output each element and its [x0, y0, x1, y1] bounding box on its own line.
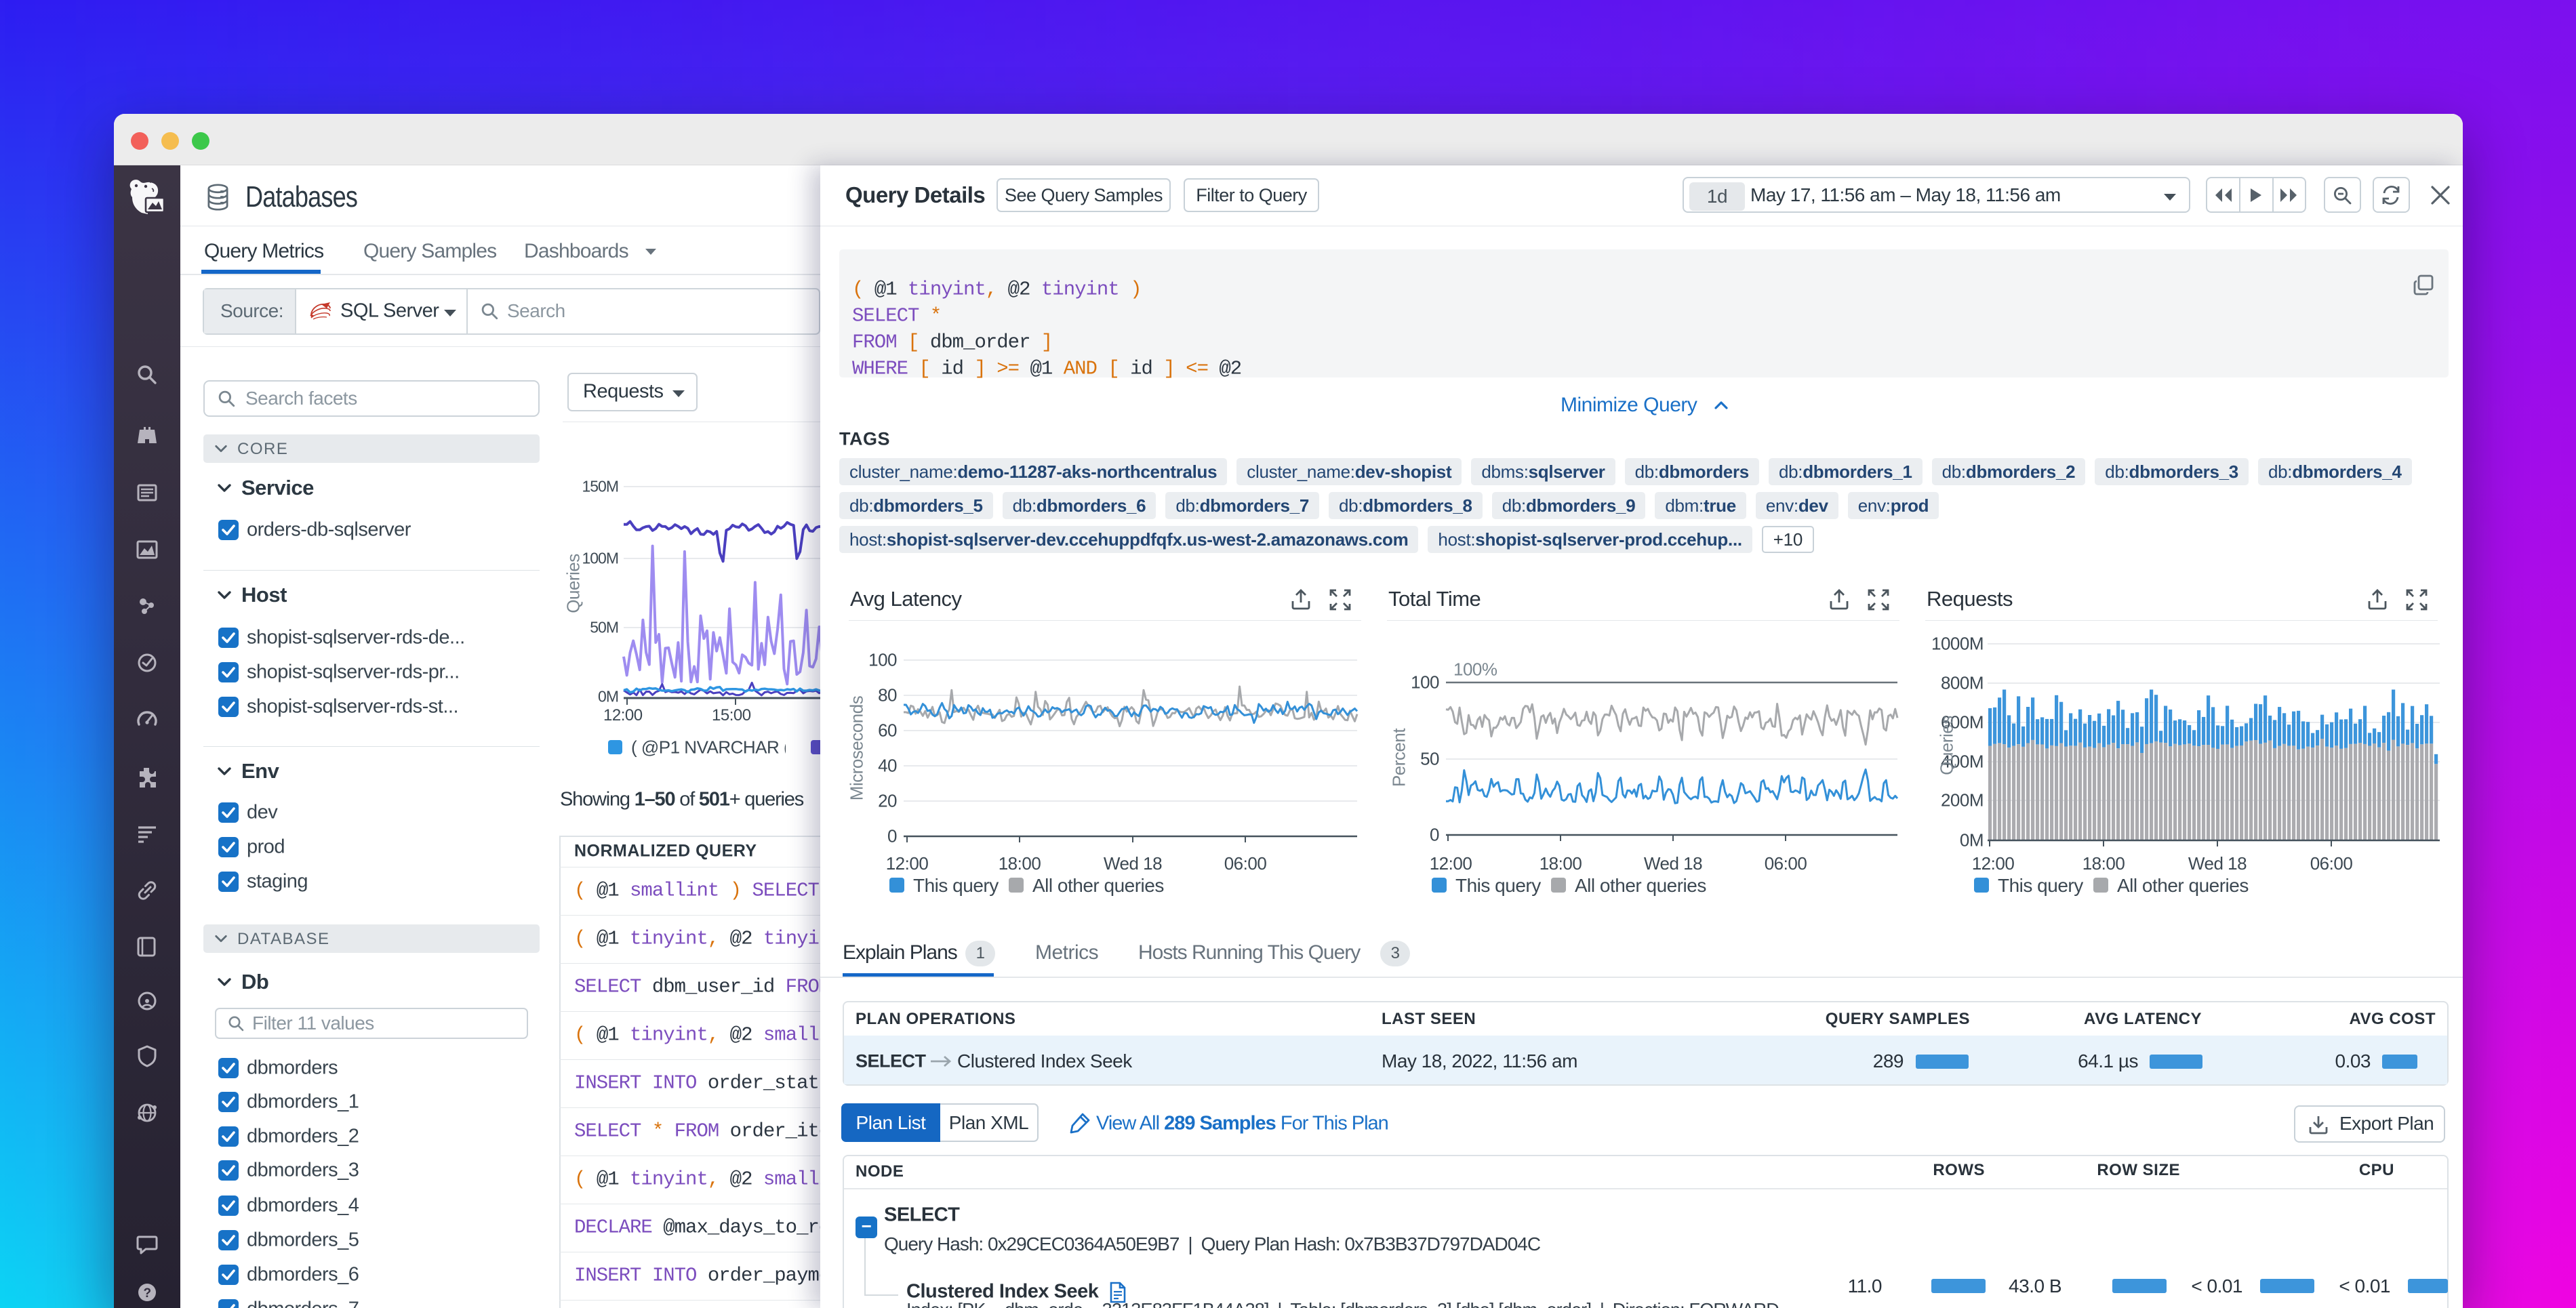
svg-text:?: ? [143, 1286, 150, 1301]
